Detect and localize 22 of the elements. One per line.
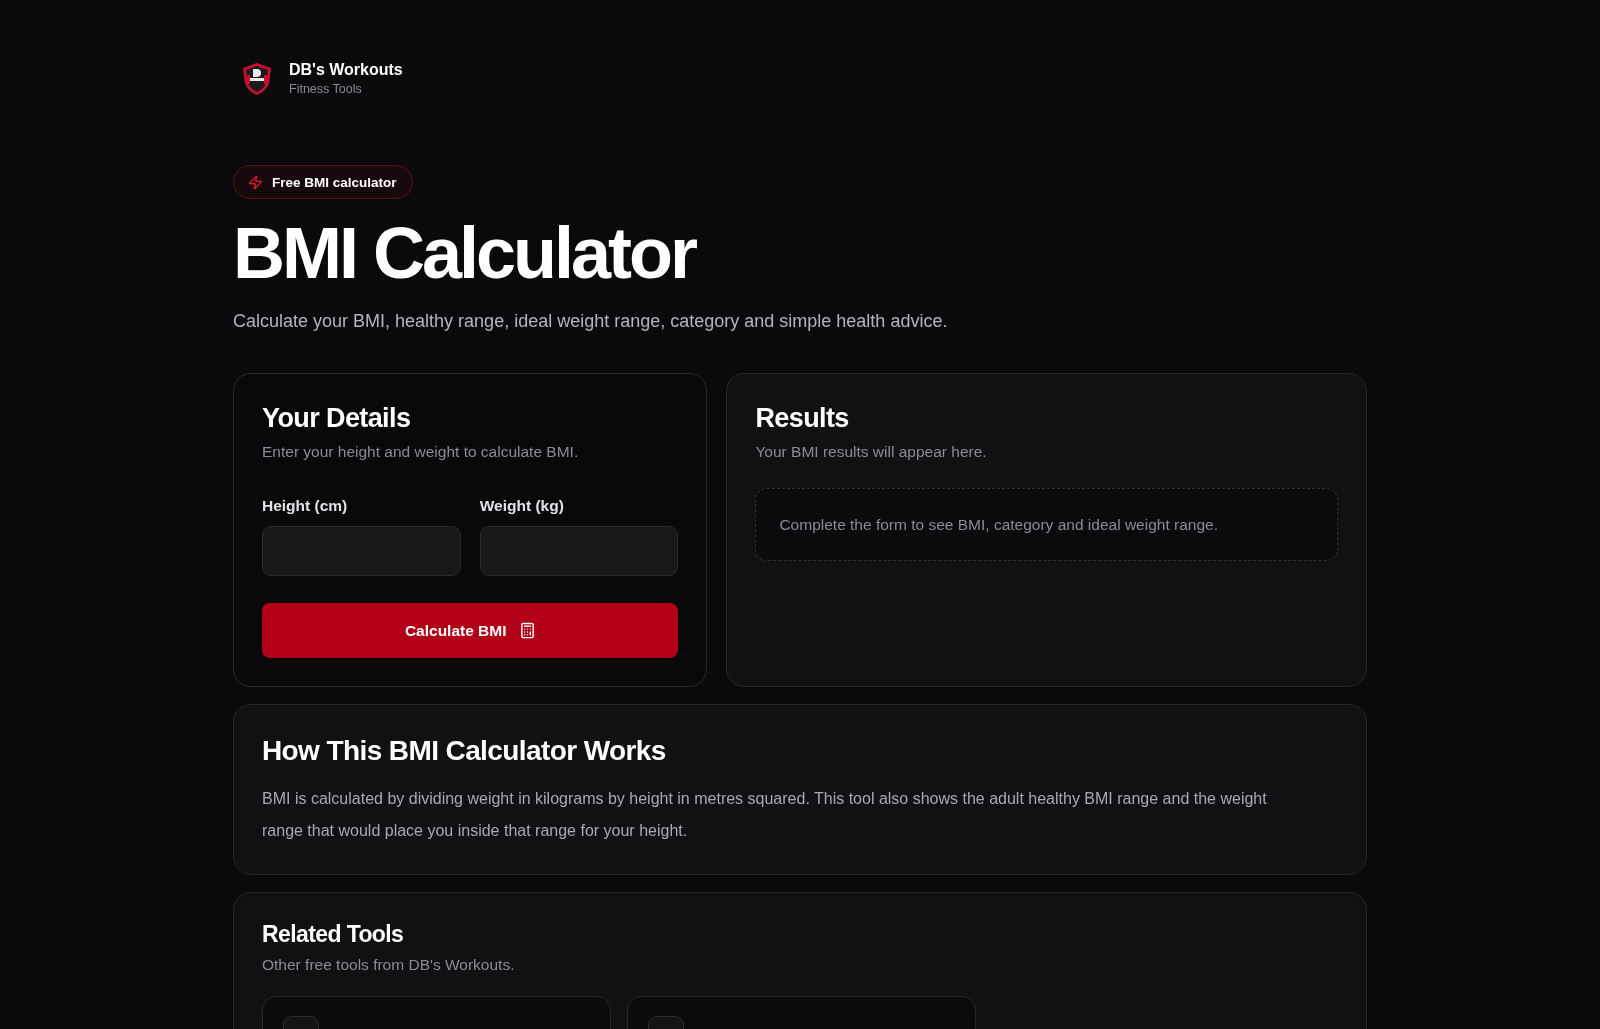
field-label: Height (cm): [262, 496, 349, 516]
card-subtitle: Other free tools from DB's Workouts.: [262, 955, 516, 975]
card-title: How This BMI Calculator Works: [262, 734, 667, 768]
card-subtitle: Your BMI results will appear here.: [755, 442, 988, 462]
card-title: Related Tools: [262, 920, 405, 948]
field-label: Weight (kg): [479, 496, 565, 516]
brand-tagline: Fitness Tools: [289, 82, 363, 97]
page-title: BMI Calculator: [233, 213, 697, 293]
input-field[interactable]: [262, 526, 461, 576]
page-subtitle: Calculate your BMI, healthy range, ideal weight range, category and simple health advice.: [233, 310, 949, 333]
card-title: Your Details: [262, 402, 412, 434]
badge-text: Free BMI calculator: [272, 174, 397, 190]
calculate-button[interactable]: Calculate BMI: [262, 603, 679, 658]
empty-results-message: Complete the form to see BMI, category and ideal weight range.: [755, 488, 1338, 561]
info-paragraph: BMI is calculated by dividing weight in kilograms by height in metres squared. This tool also shows the adult healthy BMI range and the weight range that would place you inside that range for your height.: [262, 789, 1268, 841]
card-subtitle: Enter your height and weight to calculate BMI.: [262, 442, 580, 462]
calculator-icon: [518, 622, 536, 639]
input-field[interactable]: [479, 526, 679, 576]
brand-name: DB's Workouts: [289, 61, 403, 79]
shield-logo-icon: [241, 62, 273, 96]
card-title: Results: [755, 402, 850, 434]
lightning-icon: [248, 174, 263, 190]
